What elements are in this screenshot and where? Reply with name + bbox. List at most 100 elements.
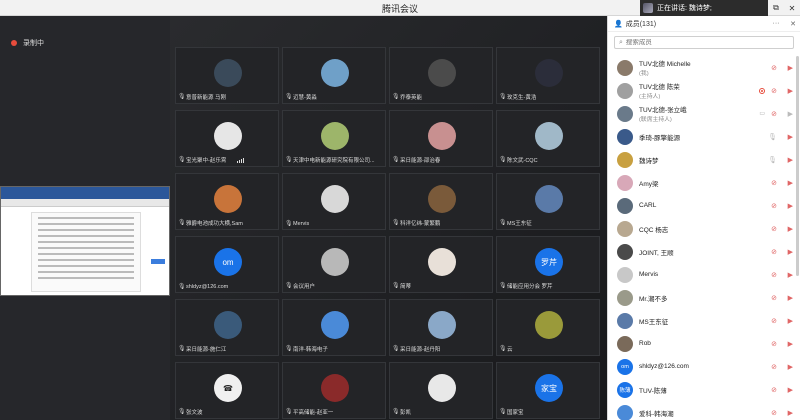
members-scrollbar[interactable] (796, 56, 799, 276)
camera-off-icon[interactable]: ▶ (788, 271, 793, 279)
participant-tile[interactable]: 🎙 意普新能源 马刚 (175, 47, 279, 104)
participant-tile[interactable]: 罗芹 🎙 储能应用分会 罗芹 (496, 236, 600, 293)
participant-tile[interactable]: 🎙 简蒂 (389, 236, 493, 293)
member-name: TUV-陈薄 (639, 387, 667, 395)
close-panel-button[interactable]: ✕ (786, 20, 800, 28)
participant-tile[interactable]: 🎙 陈文武-CQC (496, 110, 600, 167)
recording-icon (759, 88, 765, 94)
camera-off-icon[interactable]: ▶ (788, 409, 793, 417)
camera-off-icon[interactable]: ▶ (788, 156, 793, 164)
participant-tile[interactable]: 🎙 玫克生-黄浩 (496, 47, 600, 104)
participant-avatar (321, 59, 349, 87)
member-row[interactable]: MS王东征 ⊘ ▶ (608, 309, 800, 332)
member-row[interactable]: CQC 杨志 ⊘ ▶ (608, 217, 800, 240)
camera-off-icon[interactable]: ▶ (788, 64, 793, 72)
participant-avatar: 家宝 (535, 374, 563, 402)
member-row[interactable]: Mr.潮不多 ⊘ ▶ (608, 286, 800, 309)
mic-muted-icon[interactable]: ⊘ (771, 64, 777, 72)
more-options-button[interactable]: ··· (769, 20, 783, 27)
member-row[interactable]: 魏诗梦 🎙 ▶ (608, 148, 800, 171)
mic-icon[interactable]: 🎙 (768, 133, 777, 141)
camera-off-icon[interactable]: ▶ (788, 294, 793, 302)
mic-icon: 🎙 (285, 221, 293, 227)
participant-tile[interactable]: ☎ 🎙 张文波 (175, 362, 279, 419)
participant-name-bar: 🎙 雅爵电池成功大横,Sam (178, 219, 243, 227)
member-row[interactable]: TUV北德 Michelle (我) ⊘ ▶ (608, 56, 800, 79)
mic-muted-icon[interactable]: ⊘ (771, 386, 777, 394)
camera-off-icon[interactable]: ▶ (788, 87, 793, 95)
participant-name-bar: 🎙 玫克生-黄浩 (499, 93, 536, 101)
mic-muted-icon[interactable]: ⊘ (771, 225, 777, 233)
restore-window-button[interactable]: ⧉ (768, 0, 784, 16)
member-row[interactable]: 陈薄 TUV-陈薄 ⊘ ▶ (608, 378, 800, 401)
screen-share-icon: ▭ (759, 111, 765, 117)
member-search[interactable]: ⌕ (614, 36, 794, 49)
participant-avatar: 罗芹 (535, 248, 563, 276)
camera-off-icon[interactable]: ▶ (788, 386, 793, 394)
participant-name-bar: 🎙 宝光聚中-赵乐霄 (178, 156, 226, 164)
shared-window-titlebar (1, 187, 169, 199)
participant-avatar (214, 59, 242, 87)
participant-tile[interactable]: 🎙 彭凯 (389, 362, 493, 419)
participant-tile[interactable]: 🎙 MS王东征 (496, 173, 600, 230)
member-row[interactable]: Rob ⊘ ▶ (608, 332, 800, 355)
participant-tile[interactable]: 🎙 宝光聚中-赵乐霄 (175, 110, 279, 167)
participant-tile[interactable]: 🎙 科洋亿纬-蒙繁鹏 (389, 173, 493, 230)
camera-off-icon[interactable]: ▶ (788, 317, 793, 325)
camera-off-icon[interactable]: ▶ (788, 225, 793, 233)
screen-share-thumbnail[interactable] (0, 186, 170, 296)
member-row[interactable]: 爱科-韩海潮 ⊘ ▶ (608, 401, 800, 420)
member-row[interactable]: om shldyz@126.com ⊘ ▶ (608, 355, 800, 378)
mic-muted-icon[interactable]: ⊘ (771, 340, 777, 348)
camera-off-icon[interactable]: ▶ (788, 202, 793, 210)
camera-off-icon[interactable]: ▶ (788, 248, 793, 256)
participant-tile[interactable]: 🎙 云 (496, 299, 600, 356)
mic-muted-icon[interactable]: ⊘ (771, 363, 777, 371)
participant-tile[interactable]: 🎙 平高储能-赵亚一 (282, 362, 386, 419)
member-row[interactable]: Mervis ⊘ ▶ (608, 263, 800, 286)
participant-tile[interactable]: 🎙 迈慧-黄淼 (282, 47, 386, 104)
member-row[interactable]: TUV北德-张立峨 (联席主持人) ▭ ⊘ ▶ (608, 102, 800, 125)
mic-muted-icon[interactable]: ⊘ (771, 409, 777, 417)
participant-tile[interactable]: 🎙 天津中电新能源研究院有限公司... (282, 110, 386, 167)
camera-off-icon[interactable]: ▶ (788, 363, 793, 371)
participant-tile[interactable]: 🎙 雅爵电池成功大横,Sam (175, 173, 279, 230)
mic-muted-icon[interactable]: ⊘ (771, 317, 777, 325)
mic-icon: 🎙 (392, 220, 400, 226)
camera-off-icon[interactable]: ▶ (788, 179, 793, 187)
participant-name-bar: 🎙 国家宝 (499, 408, 524, 416)
mic-muted-icon[interactable]: ⊘ (771, 271, 777, 279)
mic-muted-icon[interactable]: ⊘ (771, 202, 777, 210)
participant-name: 科洋亿纬-蒙繁鹏 (400, 221, 441, 227)
member-avatar (617, 404, 633, 420)
member-search-input[interactable] (625, 39, 776, 46)
camera-off-icon[interactable]: ▶ (788, 133, 793, 141)
member-row[interactable]: CARL ⊘ ▶ (608, 194, 800, 217)
mic-muted-icon[interactable]: ⊘ (771, 87, 777, 95)
participant-name: 南洋-韩海电子 (293, 347, 328, 353)
recording-indicator[interactable]: 录制中 (11, 38, 44, 48)
mic-muted-icon[interactable]: ⊘ (771, 248, 777, 256)
member-row[interactable]: Amy梁 ⊘ ▶ (608, 171, 800, 194)
participant-tile[interactable]: om 🎙 shldyz@126.com (175, 236, 279, 293)
mic-icon[interactable]: 🎙 (768, 156, 777, 164)
camera-off-icon[interactable]: ▶ (788, 340, 793, 348)
close-window-button[interactable]: ✕ (784, 0, 800, 16)
member-row[interactable]: TUV北德 陈荣 (主持人) ⊘ ▶ (608, 79, 800, 102)
participant-tile[interactable]: 🎙 采日能源-赵丹阳 (389, 299, 493, 356)
participant-tile[interactable]: 家宝 🎙 国家宝 (496, 362, 600, 419)
camera-icon[interactable]: ▶ (788, 110, 793, 118)
mic-muted-icon[interactable]: ⊘ (771, 179, 777, 187)
participant-tile[interactable]: 🎙 Mervis (282, 173, 386, 230)
participant-tile[interactable]: 🎙 南洋-韩海电子 (282, 299, 386, 356)
participant-tile[interactable]: 🎙 会议用户 (282, 236, 386, 293)
participant-tile[interactable]: 🎙 采日能源-邵治春 (389, 110, 493, 167)
mic-muted-icon[interactable]: ⊘ (771, 294, 777, 302)
mic-muted-icon[interactable]: ⊘ (771, 110, 777, 118)
member-row[interactable]: JOINT, 王顺 ⊘ ▶ (608, 240, 800, 263)
participant-tile[interactable]: 🎙 乔泰英能 (389, 47, 493, 104)
participant-name-bar: 🎙 天津中电新能源研究院有限公司... (285, 156, 375, 164)
participant-tile[interactable]: 🎙 采日能源-施仁江 (175, 299, 279, 356)
member-row[interactable]: 季琦-豚擎能源 🎙 ▶ (608, 125, 800, 148)
mic-icon: 🎙 (178, 284, 186, 290)
